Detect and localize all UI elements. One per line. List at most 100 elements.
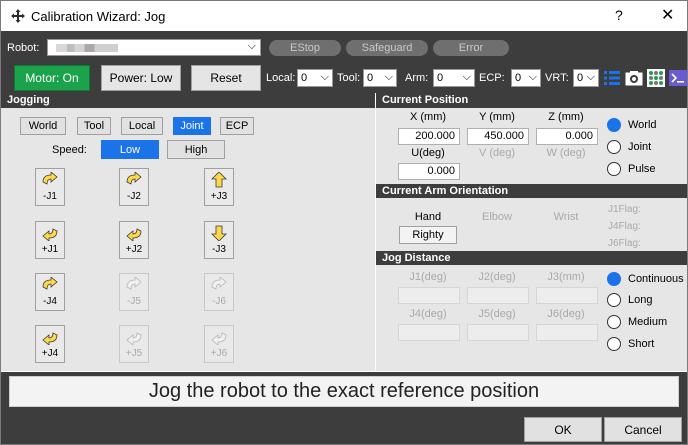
ok-button[interactable]: OK — [524, 417, 602, 442]
vrt-value: 0 — [577, 72, 584, 84]
jog-minus-j4-button[interactable]: -J4 — [35, 273, 65, 311]
distance-medium-radio[interactable] — [607, 315, 621, 329]
jog-minus-j3-button[interactable]: -J3 — [204, 221, 234, 259]
arm-select[interactable]: 0 ⌵ — [433, 69, 475, 87]
arrow-down-icon — [211, 225, 227, 241]
io-grid-icon[interactable] — [647, 69, 665, 87]
close-button[interactable]: ✕ — [661, 5, 674, 25]
rotate-arrow-icon — [126, 172, 142, 185]
j2-distance-label: J2(deg) — [478, 271, 516, 283]
rotate-arrow-icon — [126, 277, 142, 290]
arrow-up-icon — [211, 172, 227, 188]
w-label: W (deg) — [546, 147, 586, 159]
distance-continuous-label: Continuous — [628, 273, 684, 285]
j4-distance-field[interactable] — [398, 324, 460, 341]
jog-plus-j3-button[interactable]: +J3 — [204, 168, 234, 206]
rotate-arrow-icon — [126, 228, 142, 241]
tab-ecp[interactable]: ECP — [220, 117, 254, 135]
wrist-label: Wrist — [553, 211, 579, 223]
j6flag-label: J6Flag: — [608, 238, 641, 249]
distance-continuous-radio[interactable] — [607, 272, 621, 286]
vrt-label: VRT: — [545, 72, 569, 84]
rotate-arrow-icon — [211, 277, 227, 290]
instruction-message: Jog the robot to the exact reference pos… — [9, 376, 679, 407]
jog-plus-j1-button[interactable]: +J1 — [35, 221, 65, 259]
jog-label: -J5 — [127, 296, 141, 307]
vrt-select[interactable]: 0 ⌵ — [573, 69, 599, 87]
x-value: 200.000 — [398, 128, 460, 145]
terminal-icon[interactable] — [669, 69, 687, 87]
jog-minus-j6-button[interactable]: -J6 — [204, 273, 234, 311]
jog-minus-j1-button[interactable]: -J1 — [35, 168, 65, 206]
jog-label: -J1 — [43, 191, 57, 202]
cancel-button[interactable]: Cancel — [604, 417, 682, 442]
jog-label: +J2 — [125, 244, 143, 255]
position-world-label: World — [628, 119, 657, 131]
speed-low-button[interactable]: Low — [101, 140, 159, 159]
distance-short-radio[interactable] — [607, 337, 621, 351]
tab-tool[interactable]: Tool — [77, 117, 111, 135]
jog-label: -J6 — [212, 296, 226, 307]
v-label: V (deg) — [478, 147, 516, 159]
estop-indicator: EStop — [269, 40, 341, 56]
j4flag-label: J4Flag: — [608, 221, 641, 232]
reset-button[interactable]: Reset — [191, 65, 261, 91]
j6-distance-field[interactable] — [536, 324, 598, 341]
jog-plus-j2-button[interactable]: +J2 — [119, 221, 149, 259]
position-joint-radio[interactable] — [607, 140, 621, 154]
robot-select[interactable]: ⌵ — [47, 39, 261, 56]
x-label: X (mm) — [409, 111, 447, 123]
tool-value: 0 — [367, 72, 374, 84]
speed-label: Speed: — [52, 144, 87, 156]
speed-high-button[interactable]: High — [167, 140, 225, 159]
jog-plus-j6-button[interactable]: +J6 — [204, 325, 234, 363]
rotate-arrow-icon — [42, 228, 58, 241]
rotate-arrow-icon — [42, 172, 58, 185]
help-button[interactable]: ? — [615, 7, 623, 23]
j5-distance-field[interactable] — [467, 324, 529, 341]
power-button[interactable]: Power: Low — [101, 65, 181, 91]
position-pulse-radio[interactable] — [607, 162, 621, 176]
rotate-arrow-icon — [126, 332, 142, 345]
window-title: Calibration Wizard: Jog — [31, 9, 166, 24]
jog-minus-j5-button[interactable]: -J5 — [119, 273, 149, 311]
message-area: Jog the robot to the exact reference pos… — [1, 372, 687, 411]
tab-world[interactable]: World — [20, 117, 66, 135]
z-label: Z (mm) — [548, 111, 584, 123]
ecp-select[interactable]: 0 ⌵ — [511, 69, 541, 87]
j2-distance-field[interactable] — [467, 287, 529, 304]
robot-name-redacted — [56, 44, 118, 52]
position-world-radio[interactable] — [607, 118, 621, 132]
hand-value: Righty — [399, 226, 457, 244]
j6-distance-label: J6(deg) — [547, 308, 585, 320]
robot-label: Robot: — [7, 42, 40, 54]
tab-local[interactable]: Local — [121, 117, 163, 135]
arm-orientation-header: Current Arm Orientation — [376, 184, 687, 199]
j3-distance-field[interactable] — [536, 287, 598, 304]
rotate-arrow-icon — [42, 332, 58, 345]
jog-minus-j2-button[interactable]: -J2 — [119, 168, 149, 206]
list-view-icon[interactable] — [603, 69, 621, 87]
current-position-header: Current Position — [376, 93, 687, 108]
jog-label: -J2 — [127, 191, 141, 202]
jog-label: +J3 — [210, 191, 228, 202]
j1flag-label: J1Flag: — [608, 204, 641, 215]
local-select[interactable]: 0 ⌵ — [297, 69, 333, 87]
distance-short-label: Short — [628, 338, 655, 350]
jog-plus-j5-button[interactable]: +J5 — [119, 325, 149, 363]
camera-icon[interactable] — [625, 69, 643, 87]
j1-distance-label: J1(deg) — [409, 271, 447, 283]
jog-plus-j4-button[interactable]: +J4 — [35, 325, 65, 363]
distance-medium-label: Medium — [628, 316, 668, 328]
motor-button[interactable]: Motor: On — [14, 65, 90, 91]
dialog-footer: OK Cancel — [1, 411, 687, 444]
j1-distance-field[interactable] — [398, 287, 460, 304]
y-label: Y (mm) — [479, 111, 515, 123]
chevron-down-icon: ⌵ — [462, 71, 471, 83]
chevron-down-icon: ⌵ — [320, 71, 329, 83]
distance-long-radio[interactable] — [607, 293, 621, 307]
tool-select[interactable]: 0 ⌵ — [363, 69, 397, 87]
distance-long-label: Long — [628, 294, 653, 306]
j4-distance-label: J4(deg) — [409, 308, 447, 320]
tab-joint[interactable]: Joint — [173, 117, 211, 135]
